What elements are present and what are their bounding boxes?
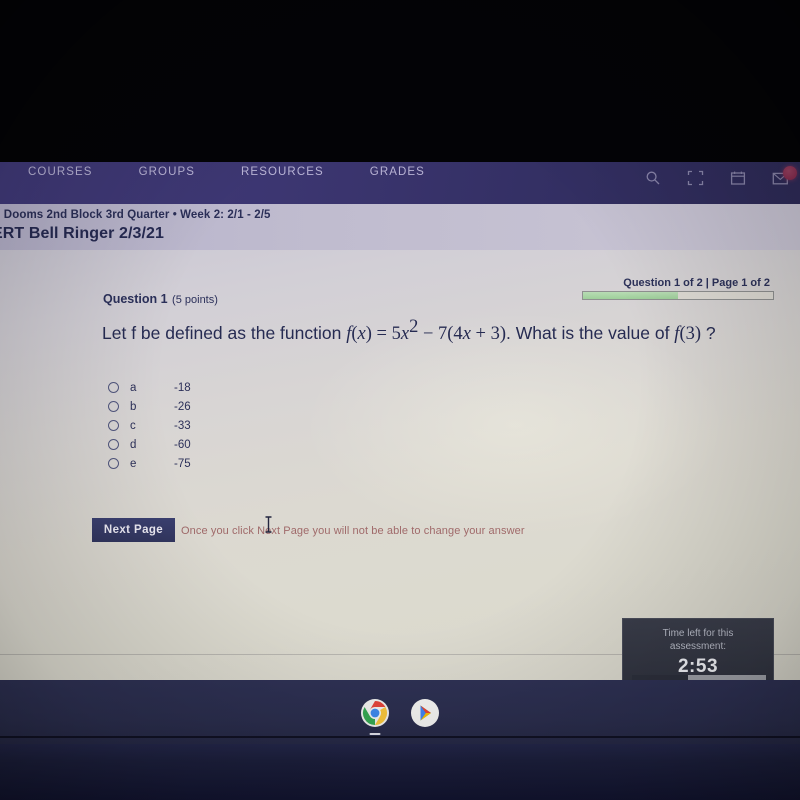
choice-value-a: -18 xyxy=(174,381,191,394)
question-points: (5 points) xyxy=(172,294,218,306)
choice-letter-b: b xyxy=(130,400,137,413)
radio-button-a[interactable] xyxy=(108,382,119,393)
math-x-1: x xyxy=(357,323,366,344)
top-bezel xyxy=(0,0,800,162)
choice-value-e: -75 xyxy=(174,457,191,470)
calendar-icon[interactable] xyxy=(730,170,746,191)
math-equals-5: = 5 xyxy=(371,323,401,344)
math-tail: + 3) xyxy=(470,323,507,344)
top-navigation-bar: COURSES GROUPS RESOURCES GRADES xyxy=(0,162,800,204)
breadcrumb[interactable]: 2 Dooms 2nd Block 3rd Quarter • Week 2: … xyxy=(0,209,271,221)
play-store-icon[interactable] xyxy=(410,698,440,728)
nav-item-resources[interactable]: RESOURCES xyxy=(241,166,324,178)
assessment-content: Question 1 of 2 | Page 1 of 2 Question 1… xyxy=(0,250,800,680)
math-x-2: x xyxy=(400,323,410,344)
answer-choice-d[interactable]: d -60 xyxy=(108,435,234,454)
answer-choices: a -18 b -26 c -33 d -60 e -75 xyxy=(108,378,234,473)
chrome-icon[interactable] xyxy=(360,698,390,735)
timer-label: Time left for this assessment: xyxy=(623,627,773,653)
question-stem: Let f be defined as the function f(x) = … xyxy=(102,315,762,347)
stem-text-prefix: Let f be defined as the function xyxy=(102,322,347,343)
messages-icon[interactable] xyxy=(772,165,797,191)
assessment-progress-bar xyxy=(582,291,774,300)
choice-letter-d: d xyxy=(130,438,137,451)
nav-items: COURSES GROUPS RESOURCES GRADES xyxy=(28,166,425,178)
stem-text-middle: . What is the value of xyxy=(506,322,675,343)
os-taskbar xyxy=(0,680,800,744)
photographed-screen: COURSES GROUPS RESOURCES GRADES 2 Dooms … xyxy=(0,0,800,800)
radio-button-e[interactable] xyxy=(108,458,119,469)
choice-value-d: -60 xyxy=(174,438,191,451)
question-number: Question 1 xyxy=(103,292,168,306)
assessment-progress-fill xyxy=(583,292,678,299)
answer-choice-c[interactable]: c -33 xyxy=(108,416,234,435)
taskbar-divider xyxy=(0,736,800,738)
stem-text-suffix: ? xyxy=(701,322,716,343)
choice-letter-a: a xyxy=(130,381,137,394)
chrome-active-indicator xyxy=(369,732,381,735)
choice-letter-e: e xyxy=(130,457,137,470)
next-page-button[interactable]: Next Page xyxy=(92,518,175,542)
math-exponent: 2 xyxy=(409,317,419,337)
answer-choice-e[interactable]: e -75 xyxy=(108,454,234,473)
page-title: ERT Bell Ringer 2/3/21 xyxy=(0,225,165,242)
answer-choice-b[interactable]: b -26 xyxy=(108,397,234,416)
search-icon[interactable] xyxy=(645,170,661,191)
course-header-band: 2 Dooms 2nd Block 3rd Quarter • Week 2: … xyxy=(0,204,800,250)
question-counter: Question 1 of 2 | Page 1 of 2 xyxy=(623,277,770,289)
math-minus-term: − 7(4 xyxy=(418,323,463,344)
next-page-warning-note: Once you click Next Page you will not be… xyxy=(181,525,525,537)
nav-item-grades[interactable]: GRADES xyxy=(370,166,425,178)
radio-button-d[interactable] xyxy=(108,439,119,450)
math-x-3: x xyxy=(462,323,471,344)
notification-badge xyxy=(783,165,797,180)
radio-button-b[interactable] xyxy=(108,401,119,412)
fullscreen-icon[interactable] xyxy=(687,170,704,191)
choice-value-b: -26 xyxy=(174,400,191,413)
nav-icon-group xyxy=(645,165,797,191)
taskbar-icon-group xyxy=(360,698,440,735)
choice-letter-c: c xyxy=(130,419,136,432)
nav-item-groups[interactable]: GROUPS xyxy=(139,166,195,178)
nav-item-courses[interactable]: COURSES xyxy=(28,166,93,178)
timer-label-line1: Time left for this xyxy=(662,628,734,639)
answer-choice-a[interactable]: a -18 xyxy=(108,378,234,397)
timer-label-line2: assessment: xyxy=(669,641,727,652)
question-label: Question 1 (5 points) xyxy=(103,290,218,308)
choice-value-c: -33 xyxy=(174,419,191,432)
radio-button-c[interactable] xyxy=(108,420,119,431)
bottom-bezel xyxy=(0,744,800,800)
math-f-of-3-arg: (3) xyxy=(679,323,702,344)
